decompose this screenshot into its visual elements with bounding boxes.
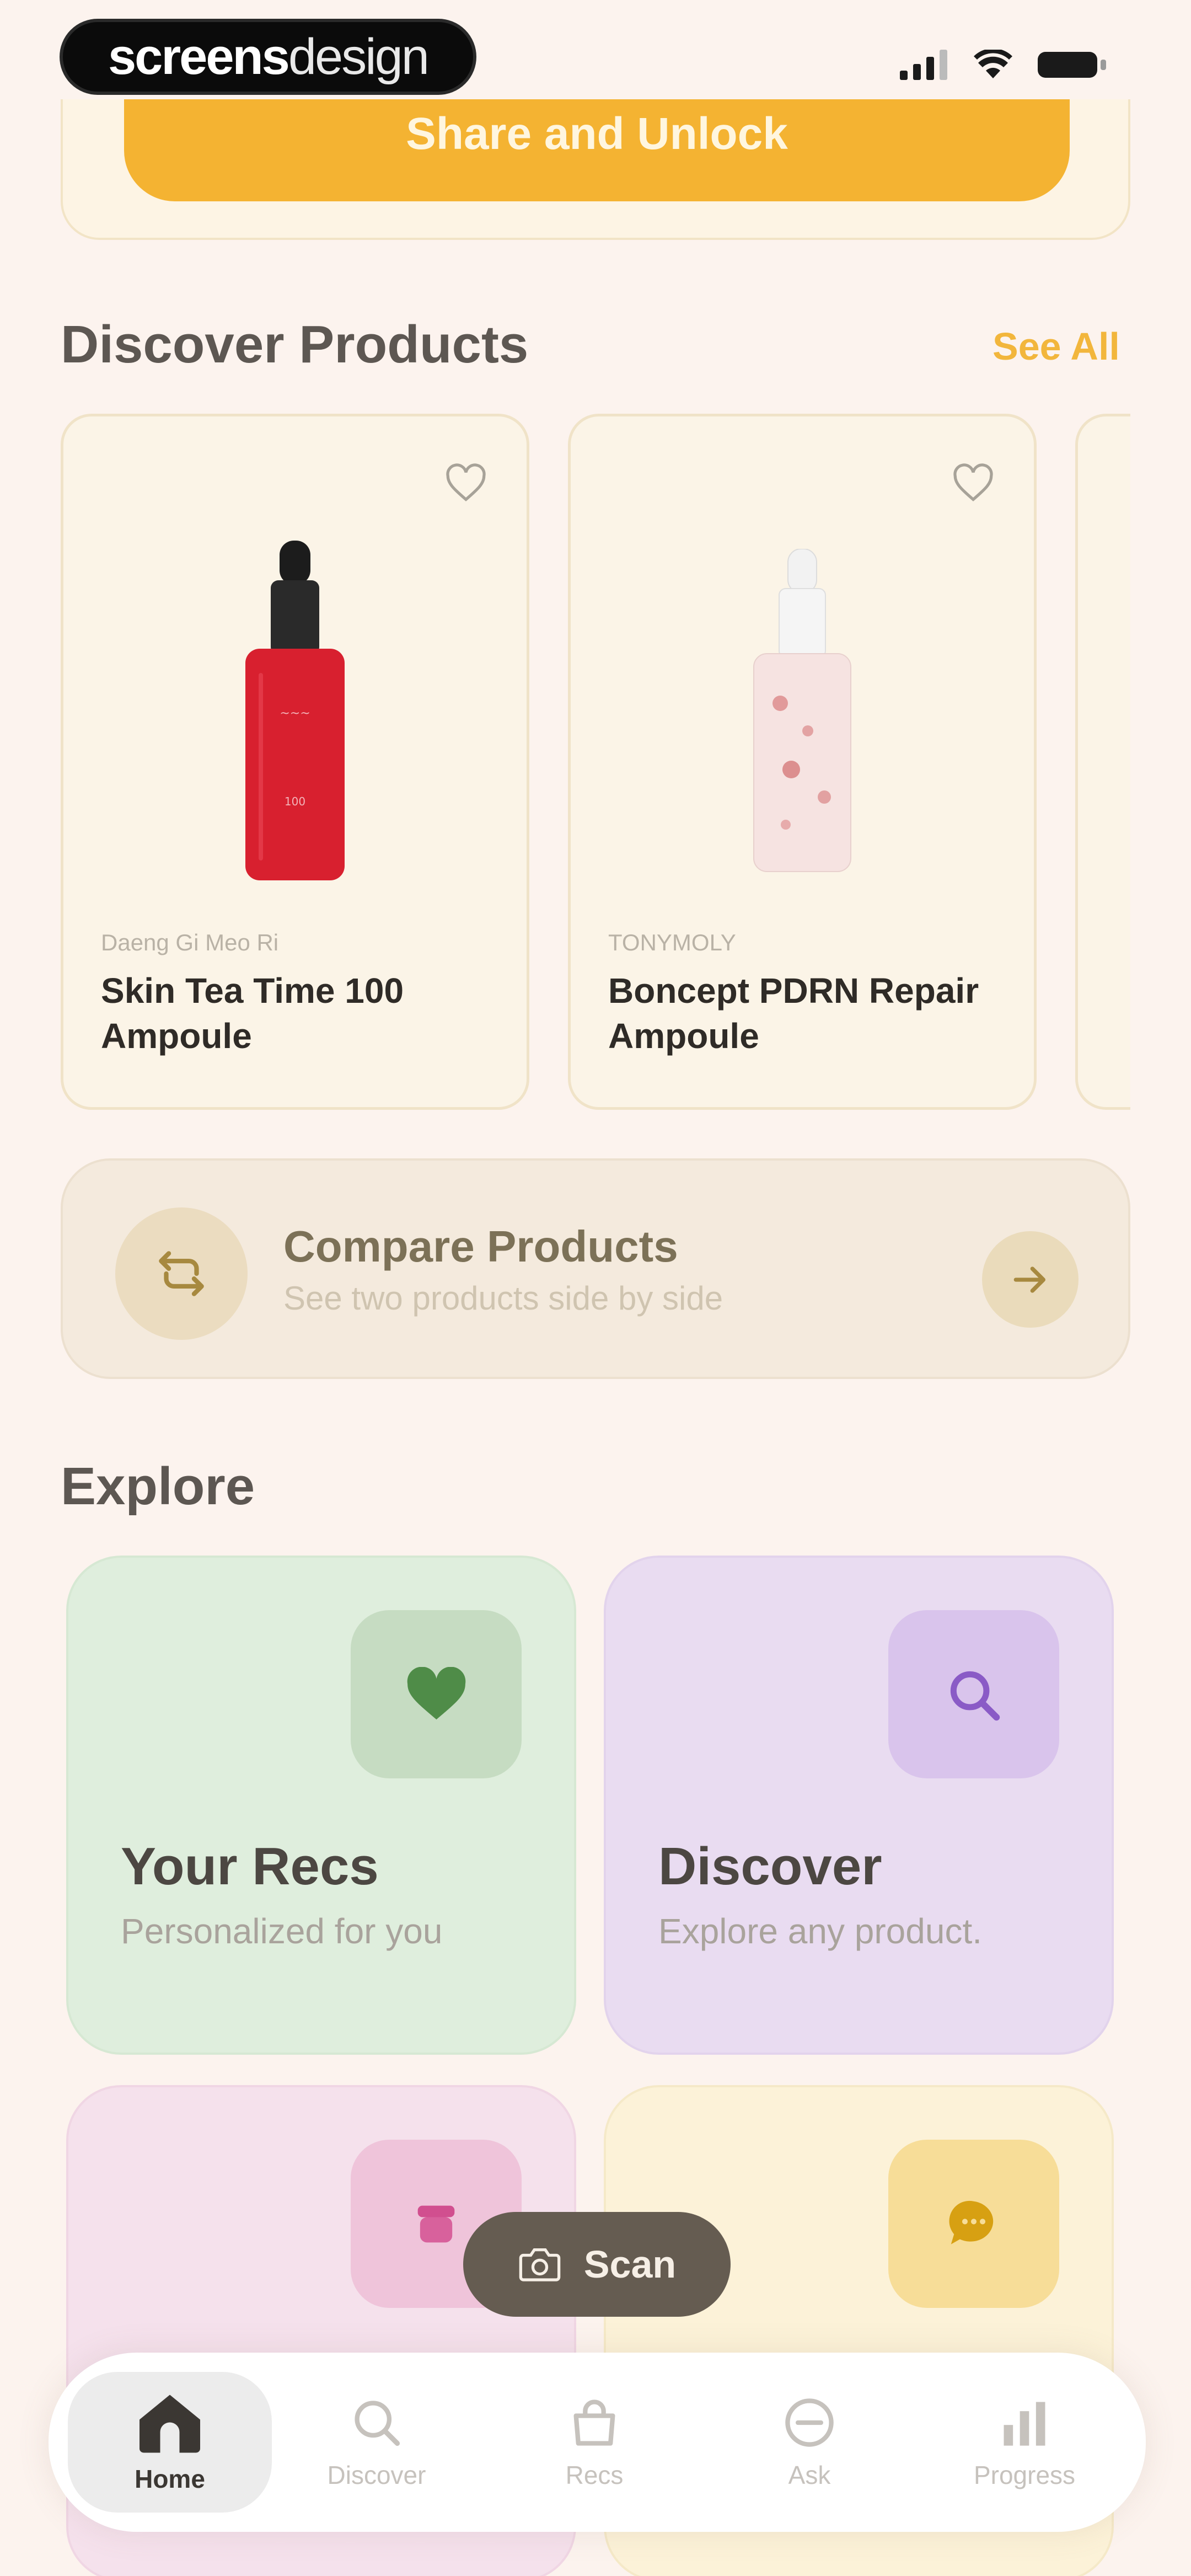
product-name: Skin Tea Time 100 Ampoule — [101, 971, 404, 1056]
scan-button[interactable]: Scan — [463, 2212, 731, 2317]
status-icons — [900, 50, 1108, 80]
product-card[interactable]: ~~~ 100 Daeng Gi Meo Ri Skin Tea Time 10… — [61, 414, 529, 1110]
product-brand: Daeng Gi Meo Ri — [101, 929, 279, 955]
home-icon — [140, 2395, 200, 2453]
product-brand: TONYMOLY — [608, 929, 736, 955]
product-image — [753, 549, 851, 872]
compare-subtitle: See two products side by side — [283, 1280, 723, 1317]
logo-light-text: design — [288, 28, 430, 85]
tile-title: Discover — [658, 1837, 882, 1896]
heart-icon — [351, 1610, 522, 1778]
heart-outline-icon[interactable] — [951, 463, 995, 503]
explore-title: Explore — [61, 1457, 255, 1516]
signal-icon — [900, 50, 947, 80]
product-name: Boncept PDRN Repair Ampoule — [608, 971, 979, 1056]
tile-discover[interactable]: Discover Explore any product. — [604, 1556, 1114, 2055]
tile-your-recs[interactable]: Your Recs Personalized for you — [66, 1556, 576, 2055]
share-unlock-button[interactable]: Share and Unlock — [124, 99, 1070, 201]
tab-home[interactable]: Home — [68, 2372, 272, 2513]
wifi-icon — [974, 50, 1012, 78]
see-all-link[interactable]: See All — [993, 324, 1120, 368]
battery-icon — [1038, 52, 1106, 78]
tab-label: Home — [135, 2465, 205, 2493]
compare-icon — [115, 1207, 248, 1340]
tab-label: Ask — [788, 2460, 831, 2489]
bag-icon — [573, 2399, 615, 2446]
screensdesign-logo: screens design — [60, 19, 476, 95]
scroll-mask — [1130, 408, 1191, 1114]
tab-label: Recs — [565, 2460, 624, 2489]
arrow-right-icon[interactable] — [982, 1231, 1079, 1328]
tab-discover[interactable]: Discover — [275, 2372, 479, 2513]
svg-text:~~~: ~~~ — [280, 707, 310, 720]
search-icon — [355, 2400, 400, 2446]
product-card[interactable]: TONYMOLY Boncept PDRN Repair Ampoule — [568, 414, 1037, 1110]
chat-icon — [785, 2398, 834, 2447]
tile-subtitle: Personalized for you — [121, 1911, 443, 1951]
discover-products-title: Discover Products — [61, 315, 529, 374]
tile-title: Your Recs — [121, 1837, 379, 1896]
logo-bold-text: screens — [108, 28, 290, 85]
share-unlock-label: Share and Unlock — [406, 108, 788, 159]
tab-ask[interactable]: Ask — [707, 2372, 911, 2513]
tab-label: Discover — [327, 2460, 426, 2489]
compare-products-card[interactable]: Compare Products See two products side b… — [61, 1158, 1130, 1379]
tab-label: Progress — [973, 2460, 1076, 2489]
chat-icon — [888, 2140, 1059, 2308]
product-image: ~~~ 100 — [245, 541, 345, 880]
search-icon — [888, 1610, 1059, 1778]
compare-title: Compare Products — [283, 1222, 678, 1271]
tab-recs[interactable]: Recs — [492, 2372, 696, 2513]
scan-label: Scan — [583, 2243, 677, 2286]
tab-progress[interactable]: Progress — [922, 2372, 1126, 2513]
svg-text:100: 100 — [285, 795, 305, 808]
tile-subtitle: Explore any product. — [658, 1911, 982, 1951]
camera-icon — [519, 2248, 561, 2281]
chart-icon — [1004, 2402, 1045, 2446]
bottom-tab-bar: Home Discover Recs Ask Progress — [49, 2353, 1146, 2532]
heart-outline-icon[interactable] — [444, 463, 488, 503]
